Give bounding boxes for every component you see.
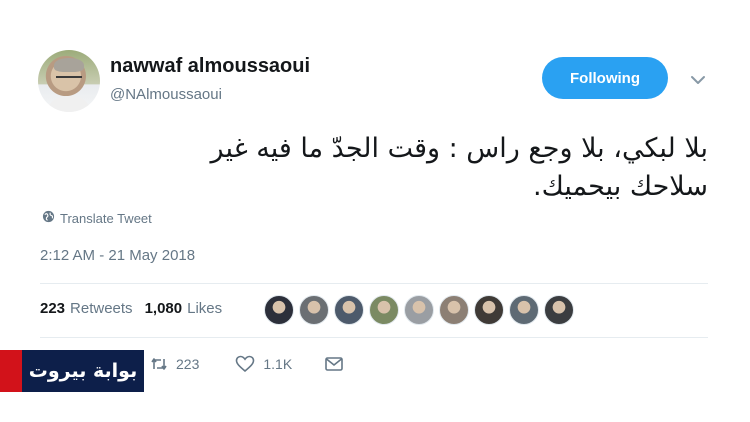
liker-avatar[interactable]: [509, 295, 539, 325]
retweet-count: 223: [176, 356, 200, 372]
divider-top: [40, 283, 708, 284]
tweet-text-line-1: بلا لبكي، بلا وجع راس : وقت الجدّ ما فيه…: [210, 133, 708, 164]
retweet-icon: [150, 356, 168, 372]
divider-bottom: [40, 337, 708, 338]
tweet-stats: 223 Retweets 1,080 Likes: [40, 300, 222, 317]
liker-avatar[interactable]: [404, 295, 434, 325]
retweets-count[interactable]: 223: [40, 300, 65, 317]
timestamp[interactable]: 2:12 AM - 21 May 2018: [40, 247, 195, 264]
direct-message-button[interactable]: [324, 356, 344, 372]
tweet-card: nawwaf almoussaoui @NAlmoussaoui Followi…: [0, 0, 750, 422]
heart-icon: [235, 355, 255, 373]
likes-count[interactable]: 1,080: [145, 300, 183, 317]
liker-avatar[interactable]: [299, 295, 329, 325]
screen-name[interactable]: @NAlmoussaoui: [110, 86, 222, 103]
translate-label: Translate Tweet: [60, 210, 152, 226]
liker-avatar[interactable]: [544, 295, 574, 325]
retweet-button[interactable]: 223: [150, 356, 199, 372]
tweet-text: بلا لبكي، بلا وجع راس : وقت الجدّ ما فيه…: [40, 130, 708, 206]
retweets-label[interactable]: Retweets: [70, 300, 133, 317]
liker-avatar[interactable]: [369, 295, 399, 325]
chevron-down-icon[interactable]: [688, 70, 708, 90]
tweet-actions: 223 1.1K: [150, 355, 344, 373]
globe-icon: [42, 210, 55, 226]
liker-avatar[interactable]: [264, 295, 294, 325]
avatar-hair: [54, 58, 84, 72]
watermark-logo: بوابة بيروت: [0, 350, 144, 392]
watermark-red-block: [0, 350, 22, 392]
avatar[interactable]: [38, 50, 100, 112]
message-icon: [324, 356, 344, 372]
following-button[interactable]: Following: [542, 57, 668, 99]
like-button[interactable]: 1.1K: [235, 355, 292, 373]
likes-label[interactable]: Likes: [187, 300, 222, 317]
liker-avatars: [264, 295, 574, 325]
liker-avatar[interactable]: [334, 295, 364, 325]
tweet-text-line-2: سلاحك بيحميك.: [533, 171, 708, 202]
avatar-shirt: [46, 96, 92, 112]
translate-tweet-link[interactable]: Translate Tweet: [42, 210, 152, 226]
watermark-text: بوابة بيروت: [22, 350, 144, 392]
liker-avatar[interactable]: [439, 295, 469, 325]
like-count: 1.1K: [263, 356, 293, 372]
liker-avatar[interactable]: [474, 295, 504, 325]
display-name[interactable]: nawwaf almoussaoui: [110, 55, 310, 78]
avatar-glasses: [56, 76, 82, 83]
